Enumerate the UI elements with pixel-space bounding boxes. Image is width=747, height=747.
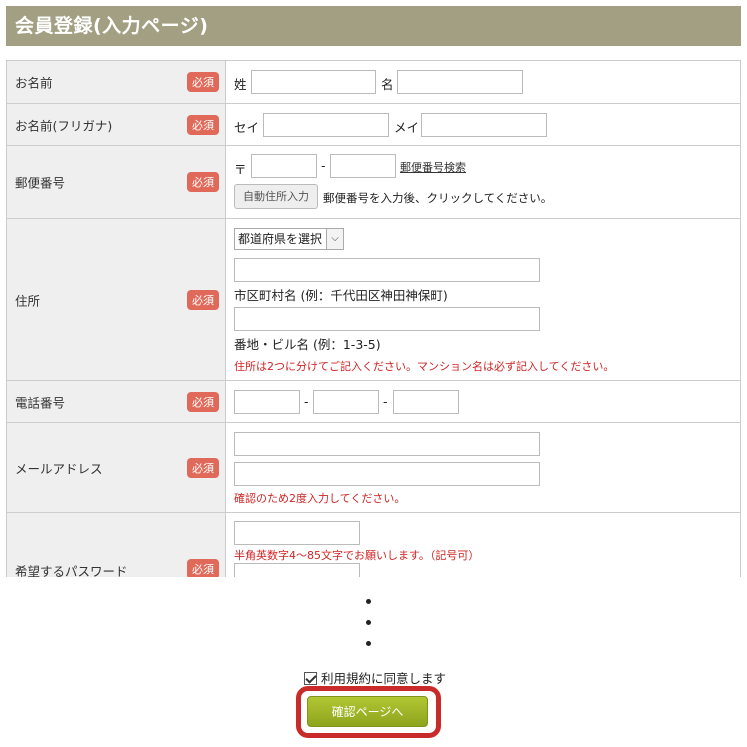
postal-code-second-input[interactable] <box>330 154 396 178</box>
email-input[interactable] <box>234 432 540 456</box>
password-label: 希望するパスワード <box>15 564 128 577</box>
required-badge: 必須 <box>187 72 219 92</box>
auto-address-button[interactable]: 自動住所入力 <box>234 184 318 209</box>
phone-label: 電話番号 <box>15 395 66 410</box>
phone-separator: - <box>383 394 388 409</box>
registration-form: お名前 必須 姓 名 お名前(フリガナ) 必須 セイ メイ 郵便番号 必須 〒 <box>6 60 741 577</box>
required-badge: 必須 <box>187 289 219 310</box>
sei-kana-label: セイ <box>234 120 260 135</box>
row-phone: 電話番号 必須 - - <box>6 381 741 423</box>
phone-separator: - <box>304 394 309 409</box>
required-badge: 必須 <box>187 172 219 192</box>
ellipsis-dot <box>366 641 371 646</box>
required-badge: 必須 <box>187 559 219 577</box>
row-email: メールアドレス 必須 確認のため2度入力してください。 <box>6 423 741 513</box>
required-badge: 必須 <box>187 114 219 135</box>
ellipsis-dot <box>366 620 371 625</box>
street-input[interactable] <box>234 307 540 331</box>
row-address: 住所 必須 都道府県を選択 ⌵ 市区町村名 (例：千代田区神田神保町) 番地・ビ… <box>6 219 741 381</box>
terms-agree[interactable]: 利用規約に同意します <box>304 668 446 687</box>
row-kana: お名前(フリガナ) 必須 セイ メイ <box>6 104 741 146</box>
email-confirm-input[interactable] <box>234 462 540 486</box>
first-name-kana-input[interactable] <box>421 113 547 137</box>
row-postal: 郵便番号 必須 〒 - 郵便番号検索 自動住所入力 郵便番号を入力後、クリックし… <box>6 146 741 219</box>
mei-label: 名 <box>381 77 394 92</box>
password-note: 半角英数字4～85文字でお願いします。（記号可） <box>234 549 480 562</box>
phone-third-input[interactable] <box>393 390 459 414</box>
sei-label: 姓 <box>234 77 247 92</box>
name-label: お名前 <box>15 75 53 91</box>
prefecture-select-value: 都道府県を選択 <box>238 232 323 246</box>
confirm-page-button[interactable]: 確認ページへ <box>307 696 428 727</box>
phone-first-input[interactable] <box>234 390 300 414</box>
row-password: 希望するパスワード 必須 半角英数字4～85文字でお願いします。（記号可） <box>6 513 741 577</box>
kana-label: お名前(フリガナ) <box>15 118 113 133</box>
ellipsis-dot <box>366 599 371 604</box>
required-badge: 必須 <box>187 457 219 478</box>
city-hint: 市区町村名 (例：千代田区神田神保町) <box>234 288 448 303</box>
postal-separator: - <box>321 158 326 173</box>
postal-search-link[interactable]: 郵便番号検索 <box>400 159 466 175</box>
phone-second-input[interactable] <box>313 390 379 414</box>
first-name-input[interactable] <box>397 70 523 94</box>
required-badge: 必須 <box>187 391 219 412</box>
city-input[interactable] <box>234 258 540 282</box>
last-name-kana-input[interactable] <box>263 113 389 137</box>
street-hint: 番地・ビル名 (例：1-3-5) <box>234 337 381 352</box>
address-label: 住所 <box>15 293 41 308</box>
password-confirm-input[interactable] <box>234 563 360 577</box>
page-header: 会員登録(入力ページ) <box>6 6 741 46</box>
row-name: お名前 必須 姓 名 <box>6 61 741 104</box>
mei-kana-label: メイ <box>394 120 420 135</box>
postal-mark: 〒 <box>234 162 247 177</box>
password-input[interactable] <box>234 521 360 545</box>
postal-label: 郵便番号 <box>15 175 66 191</box>
prefecture-select[interactable]: 都道府県を選択 ⌵ <box>234 228 344 250</box>
chevron-down-icon: ⌵ <box>326 229 343 249</box>
email-note: 確認のため2度入力してください。 <box>234 492 406 505</box>
last-name-input[interactable] <box>251 70 376 94</box>
postal-code-first-input[interactable] <box>251 154 317 178</box>
address-note: 住所は2つに分けてご記入ください。マンション名は必ず記入してください。 <box>234 360 615 373</box>
terms-agree-label: 利用規約に同意します <box>321 671 447 686</box>
email-label: メールアドレス <box>15 461 103 476</box>
postal-hint: 郵便番号を入力後、クリックしてください。 <box>323 191 553 205</box>
checkbox-checked-icon[interactable] <box>304 672 317 685</box>
page-title: 会員登録(入力ページ) <box>15 15 209 37</box>
